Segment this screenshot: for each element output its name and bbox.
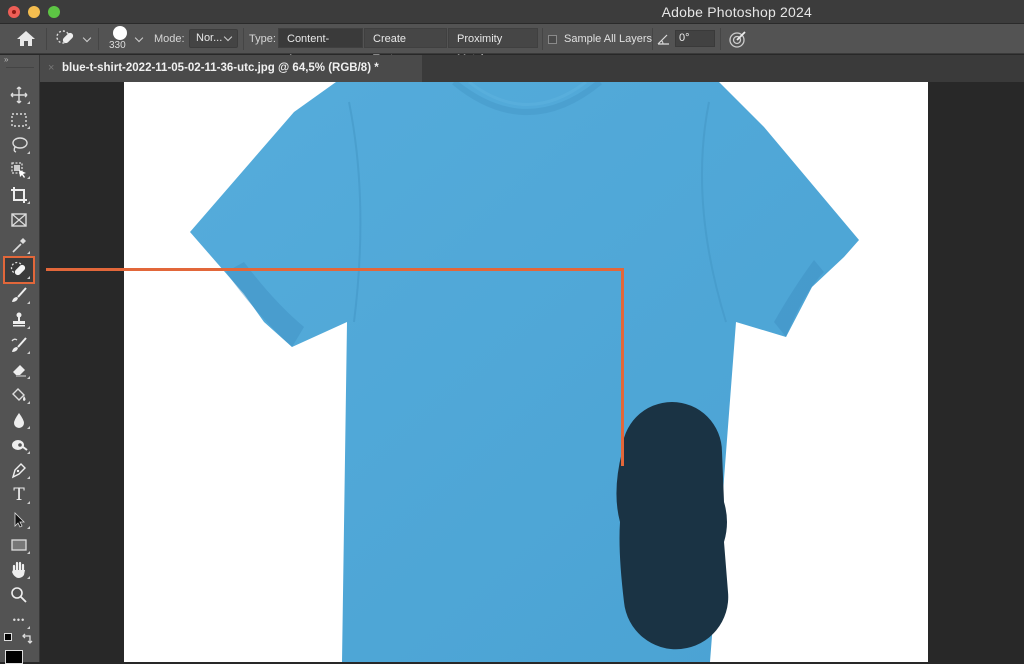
zoom-tool[interactable] xyxy=(5,583,33,607)
brush-size-picker[interactable] xyxy=(110,26,130,40)
spot-healing-brush-tool[interactable] xyxy=(3,256,35,284)
collapse-panel-icon[interactable]: » xyxy=(4,55,9,64)
brush-icon xyxy=(12,287,27,302)
lasso-icon xyxy=(12,137,28,153)
rectangle-icon xyxy=(11,539,27,551)
spot-healing-brush-icon xyxy=(56,30,74,44)
brush-tool[interactable] xyxy=(5,283,33,307)
paint-bucket-tool[interactable] xyxy=(5,383,33,407)
home-button[interactable] xyxy=(16,30,36,51)
document-canvas[interactable] xyxy=(124,82,928,662)
clone-stamp-tool[interactable] xyxy=(5,308,33,332)
callout-line-horizontal xyxy=(46,268,624,271)
brush-stroke-region xyxy=(616,402,729,650)
blur-icon xyxy=(14,413,24,428)
t-shirt-image xyxy=(190,82,859,662)
canvas-area[interactable] xyxy=(41,82,1024,662)
more-icon: ••• xyxy=(12,615,26,625)
chevron-down-icon xyxy=(223,32,233,42)
dodge-tool[interactable] xyxy=(5,433,33,457)
move-icon xyxy=(10,86,28,104)
move-tool[interactable] xyxy=(5,83,33,107)
rectangular-marquee-tool[interactable] xyxy=(5,108,33,132)
chevron-down-icon[interactable] xyxy=(134,33,144,43)
crop-icon xyxy=(11,187,27,203)
close-tab-icon[interactable]: × xyxy=(48,55,54,82)
callout-line-vertical xyxy=(621,268,624,466)
eraser-icon xyxy=(13,365,26,377)
hand-icon xyxy=(12,561,25,578)
pen-icon xyxy=(11,463,26,479)
panel-grip[interactable] xyxy=(6,67,34,68)
history-brush-tool[interactable] xyxy=(5,333,33,357)
type-proximity-match-button[interactable]: Proximity Match xyxy=(448,28,538,65)
document-tab-title: blue-t-shirt-2022-11-05-02-11-36-utc.jpg… xyxy=(62,62,379,74)
swap-colors-icon[interactable] xyxy=(21,633,33,645)
paint-bucket-icon xyxy=(12,388,26,401)
edit-toolbar-button[interactable]: ••• xyxy=(5,608,33,632)
spot-healing-brush-icon xyxy=(10,261,26,276)
angle-input[interactable]: 0° xyxy=(675,30,715,47)
blur-tool[interactable] xyxy=(5,408,33,432)
angle-value: 0° xyxy=(679,32,690,44)
rectangle-tool[interactable] xyxy=(5,533,33,557)
options-bar: 330 Mode: Nor... Type: Content-Aware Cre… xyxy=(0,24,1024,65)
lasso-tool[interactable] xyxy=(5,133,33,157)
mode-label: Mode: xyxy=(154,33,185,45)
marquee-icon xyxy=(11,113,27,127)
dodge-icon xyxy=(12,440,28,451)
type-label: Type: xyxy=(249,33,276,45)
eyedropper-tool[interactable] xyxy=(5,233,33,257)
sample-all-layers-label: Sample All Layers xyxy=(564,33,653,45)
document-tab[interactable]: × blue-t-shirt-2022-11-05-02-11-36-utc.j… xyxy=(40,55,422,82)
type-create-texture-button[interactable]: Create Texture xyxy=(364,28,447,65)
clone-stamp-icon xyxy=(13,312,25,327)
document-tab-bar: × blue-t-shirt-2022-11-05-02-11-36-utc.j… xyxy=(40,55,1024,82)
pen-tool[interactable] xyxy=(5,458,33,482)
app-title: Adobe Photoshop 2024 xyxy=(661,4,812,20)
path-selection-icon xyxy=(14,512,25,528)
mode-value: Nor... xyxy=(196,32,223,44)
chevron-down-icon[interactable] xyxy=(82,33,92,43)
sample-all-layers-checkbox[interactable] xyxy=(548,35,557,44)
eraser-tool[interactable] xyxy=(5,358,33,382)
zoom-icon xyxy=(11,587,27,603)
t-shirt-body xyxy=(190,82,859,662)
eyedropper-icon xyxy=(12,238,26,253)
type-tool[interactable]: T xyxy=(5,483,33,507)
minimize-window-button[interactable] xyxy=(28,6,40,18)
hand-tool[interactable] xyxy=(5,558,33,582)
type-content-aware-button[interactable]: Content-Aware xyxy=(278,28,363,65)
maximize-window-button[interactable] xyxy=(48,6,60,18)
tools-panel: » T ••• xyxy=(0,55,40,662)
angle-icon xyxy=(657,34,669,45)
history-brush-icon xyxy=(11,337,27,352)
crop-tool[interactable] xyxy=(5,183,33,207)
frame-icon xyxy=(11,213,27,227)
close-window-button[interactable] xyxy=(8,6,20,18)
object-selection-tool[interactable] xyxy=(5,158,33,182)
brush-tip-icon xyxy=(113,26,127,40)
home-icon xyxy=(17,31,35,46)
brush-size-value: 330 xyxy=(109,40,126,51)
path-selection-tool[interactable] xyxy=(5,508,33,532)
type-icon: T xyxy=(13,485,25,505)
pressure-size-icon[interactable] xyxy=(728,29,748,49)
tool-preset-picker[interactable] xyxy=(56,29,76,52)
default-colors-button[interactable] xyxy=(4,633,16,645)
object-selection-icon xyxy=(11,162,26,178)
frame-tool[interactable] xyxy=(5,208,33,232)
mode-select[interactable]: Nor... xyxy=(189,29,238,48)
title-bar: Adobe Photoshop 2024 xyxy=(0,0,1024,24)
